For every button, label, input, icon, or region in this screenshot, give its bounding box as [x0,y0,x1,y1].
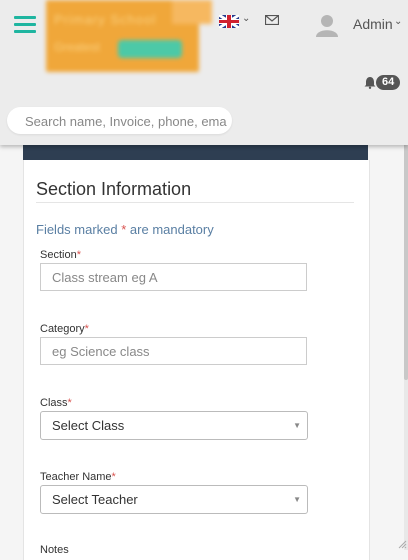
search-input[interactable] [23,111,229,132]
user-menu-name[interactable]: Admin [353,16,393,32]
class-select[interactable]: Select Class ▼ [40,411,308,440]
section-label-text: Section [40,249,77,261]
mandatory-note: Fields marked * are mandatory [36,222,214,237]
class-select-value: Select Class [52,418,125,433]
required-mark: * [67,397,72,409]
category-label: Category* [40,323,89,335]
user-avatar-icon[interactable] [315,13,339,37]
teacher-label: Teacher Name* [40,471,116,483]
required-mark: * [76,249,81,261]
teacher-select-caret-icon: ▼ [293,495,301,504]
section-label: Section* [40,249,81,261]
resize-grip-icon[interactable] [397,539,407,549]
teacher-select-value: Select Teacher [52,492,138,507]
mandatory-note-prefix: Fields marked [36,222,122,237]
category-label-text: Category [40,323,85,335]
language-chevron-down-icon[interactable]: ⌄ [242,13,250,24]
page-title: Section Information [36,179,192,199]
section-input[interactable] [41,264,303,290]
logo-text-line2: Greatest [54,40,101,54]
notification-badge[interactable]: 64 [376,75,401,90]
hamburger-menu-icon[interactable] [14,16,36,34]
class-select-caret-icon: ▼ [293,421,301,430]
uk-flag-icon[interactable] [219,15,239,28]
category-input[interactable] [41,338,303,364]
category-field [40,337,307,365]
required-mark: * [111,471,116,483]
top-header: Primary School Greatest ⌄ Admin ⌄ 64 [0,0,408,145]
school-logo[interactable]: Primary School Greatest [46,0,212,72]
mandatory-note-suffix: are mandatory [126,222,214,237]
title-divider [36,202,354,203]
logo-button [118,40,182,58]
teacher-label-text: Teacher Name [40,471,112,483]
logo-text-line1: Primary School [54,12,157,27]
class-label-text: Class [40,397,68,409]
section-field [40,263,307,291]
bell-icon[interactable] [364,76,376,89]
teacher-select[interactable]: Select Teacher ▼ [40,485,308,514]
required-mark: * [84,323,89,335]
mail-icon[interactable] [265,15,279,25]
search-bar [7,107,232,134]
notes-label: Notes [40,544,69,556]
class-label: Class* [40,397,72,409]
user-chevron-down-icon[interactable]: ⌄ [394,16,402,27]
